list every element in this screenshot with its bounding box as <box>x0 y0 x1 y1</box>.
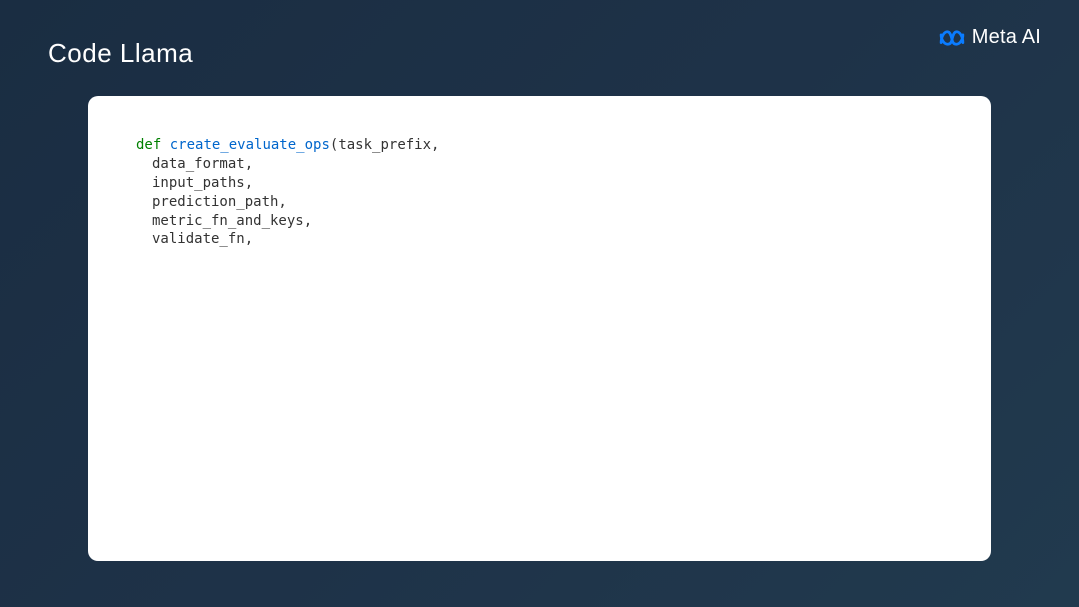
param-input-paths: input_paths, <box>152 175 253 191</box>
meta-infinity-icon <box>938 28 966 48</box>
param-task-prefix: task_prefix, <box>338 137 439 153</box>
brand-text: Meta AI <box>972 26 1041 49</box>
code-line: data_format, <box>136 155 943 174</box>
code-line: def create_evaluate_ops(task_prefix, <box>136 136 943 155</box>
code-panel: def create_evaluate_ops(task_prefix, dat… <box>88 96 991 561</box>
code-line: metric_fn_and_keys, <box>136 212 943 231</box>
param-validate-fn: validate_fn, <box>152 231 253 247</box>
code-line: validate_fn, <box>136 230 943 249</box>
code-line: prediction_path, <box>136 193 943 212</box>
param-metric-fn: metric_fn_and_keys, <box>152 213 312 229</box>
function-name: create_evaluate_ops <box>170 137 330 153</box>
code-line: input_paths, <box>136 174 943 193</box>
param-data-format: data_format, <box>152 156 253 172</box>
brand-logo: Meta AI <box>938 26 1041 49</box>
page-title: Code Llama <box>48 38 193 69</box>
keyword-def: def <box>136 137 161 153</box>
code-block: def create_evaluate_ops(task_prefix, dat… <box>136 136 943 249</box>
param-prediction-path: prediction_path, <box>152 194 287 210</box>
